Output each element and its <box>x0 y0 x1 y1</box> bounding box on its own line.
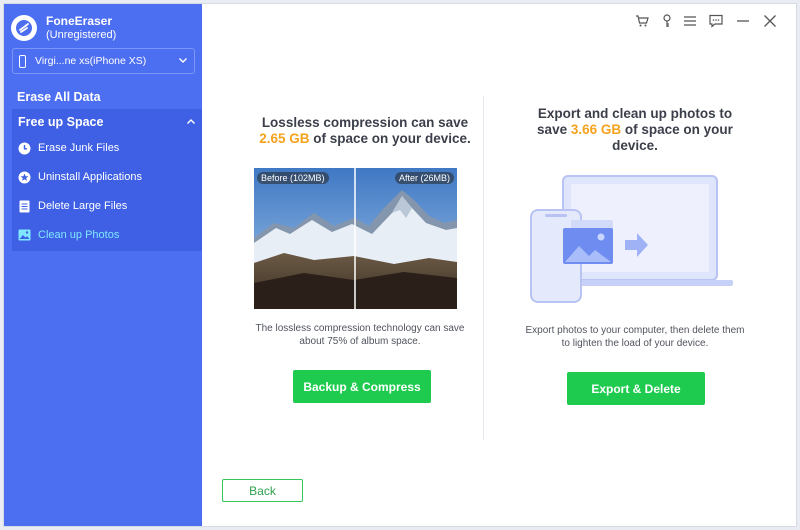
sidebar-item-clean-up-photos[interactable]: Clean up Photos <box>18 224 119 246</box>
compress-title-line1: Lossless compression can save <box>261 115 469 130</box>
app-logo-icon <box>11 15 37 41</box>
export-desc-line1: Export photos to your computer, then del… <box>525 325 745 336</box>
key-icon[interactable] <box>660 14 674 28</box>
export-title-line2: save 3.66 GB of space on your <box>500 122 770 138</box>
export-delete-button[interactable]: Export & Delete <box>567 372 705 405</box>
photo-icon <box>18 229 31 242</box>
menu-icon[interactable] <box>683 14 697 28</box>
export-title: Export and clean up photos to save 3.66 … <box>500 106 770 154</box>
sidebar: FoneEraser (Unregistered) Virgi...ne xs(… <box>4 4 202 526</box>
export-description: Export photos to your computer, then del… <box>510 324 760 350</box>
phone-icon <box>19 54 26 68</box>
panel-divider <box>483 96 484 440</box>
compress-description: The lossless compression technology can … <box>240 322 480 348</box>
sidebar-item-uninstall-applications[interactable]: Uninstall Applications <box>18 166 142 188</box>
export-amount: 3.66 GB <box>570 122 622 137</box>
device-selector[interactable]: Virgi...ne xs(iPhone XS) <box>12 48 195 74</box>
minimize-icon[interactable] <box>736 14 750 28</box>
export-illustration <box>530 175 733 303</box>
before-size-tag: Before (102MB) <box>257 172 329 184</box>
compress-desc-line2: about 75% of album space. <box>299 336 421 347</box>
export-title-line1: Export and clean up photos to <box>537 106 733 121</box>
back-button[interactable]: Back <box>222 479 303 502</box>
export-title-line3: device. <box>612 138 658 153</box>
compress-title: Lossless compression can save 2.65 GB of… <box>230 115 500 147</box>
export-title-rest: of space on your <box>624 122 733 137</box>
before-after-image: Before (102MB) After (26MB) <box>254 168 457 309</box>
menu-item-label: Clean up Photos <box>38 229 120 241</box>
after-size-tag: After (26MB) <box>394 172 454 184</box>
compress-desc-line1: The lossless compression technology can … <box>255 323 465 334</box>
menu-item-label: Uninstall Applications <box>38 171 142 183</box>
sidebar-item-delete-large-files[interactable]: Delete Large Files <box>18 195 127 217</box>
sidebar-item-free-up-space[interactable]: Free up Space <box>18 115 103 129</box>
close-icon[interactable] <box>763 14 777 28</box>
compress-amount: 2.65 GB <box>259 131 310 146</box>
feedback-icon[interactable] <box>709 14 723 28</box>
device-label: Virgi...ne xs(iPhone XS) <box>35 55 147 67</box>
chevron-up-icon[interactable] <box>186 117 196 127</box>
app-header: FoneEraser (Unregistered) <box>11 14 116 42</box>
mountain-image <box>254 168 457 309</box>
star-badge-icon <box>18 171 31 184</box>
registration-status: (Unregistered) <box>46 29 117 41</box>
file-icon <box>18 200 31 213</box>
clock-icon <box>18 142 31 155</box>
compress-title-line2: 2.65 GB of space on your device. <box>230 131 500 147</box>
backup-compress-button[interactable]: Backup & Compress <box>293 370 431 403</box>
compress-title-rest: of space on your device. <box>313 131 471 146</box>
export-desc-line2: to lighten the load of your device. <box>561 338 709 349</box>
app-name: FoneEraser <box>46 14 113 28</box>
menu-item-label: Delete Large Files <box>38 200 128 212</box>
sidebar-item-erase-junk-files[interactable]: Erase Junk Files <box>18 137 119 159</box>
free-up-space-section: Free up Space Erase Junk Files Uninstall… <box>12 109 202 251</box>
chevron-down-icon <box>179 58 187 63</box>
menu-item-label: Erase Junk Files <box>38 142 120 154</box>
sidebar-item-erase-all-data[interactable]: Erase All Data <box>4 86 202 108</box>
export-title-pre: save <box>537 122 568 137</box>
cart-icon[interactable] <box>635 14 649 28</box>
